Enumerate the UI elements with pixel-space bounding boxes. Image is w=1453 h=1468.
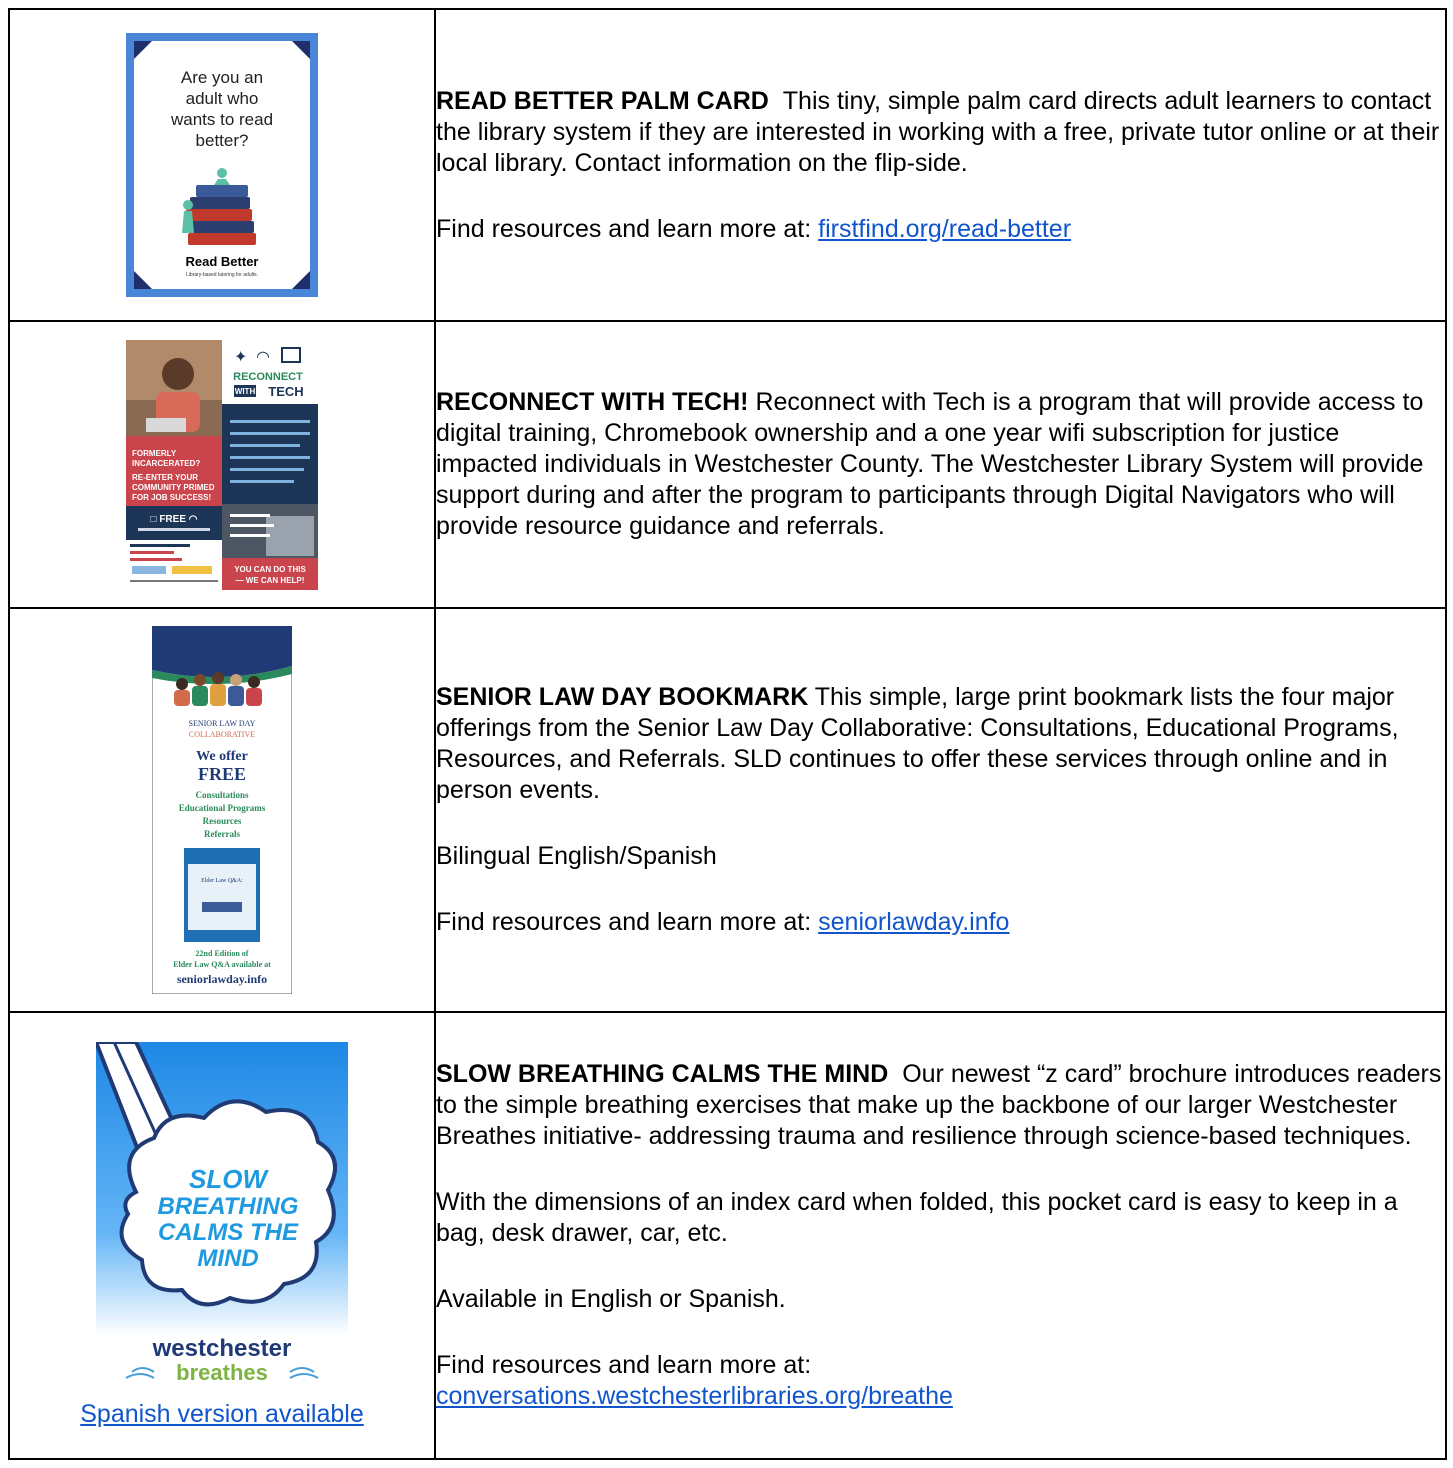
description-paragraph: READ BETTER PALM CARD This tiny, simple … [436,86,1445,179]
svg-text:Educational Programs: Educational Programs [179,803,266,813]
breathe-cloud-2: BREATHING [158,1193,299,1220]
svg-text:FORMERLY: FORMERLY [132,449,177,458]
description-cell: SLOW BREATHING CALMS THE MIND Our newest… [434,1011,1447,1460]
find-resources-label: Find resources and learn more at: [436,908,819,936]
svg-text:seniorlawday.info: seniorlawday.info [177,972,267,986]
breathe-brand-1: westchester [152,1335,292,1362]
read-better-card-image: Are you an adult who wants to read bette… [126,33,318,297]
svg-text:We offer: We offer [196,749,248,764]
find-resources-line: Find resources and learn more at: firstf… [436,214,1445,245]
description-paragraph: SENIOR LAW DAY BOOKMARK This simple, lar… [436,682,1445,806]
reconnect-free: □ FREE ◠ [151,514,198,525]
svg-text:22nd Edition of: 22nd Edition of [196,949,249,958]
description-cell: READ BETTER PALM CARD This tiny, simple … [434,8,1447,322]
breathe-cloud-1: SLOW [189,1164,269,1194]
reconnect-brand-3: TECH [268,384,303,399]
svg-text:Consultations: Consultations [195,790,249,800]
description-cell: RECONNECT WITH TECH! Reconnect with Tech… [434,320,1447,609]
breathe-link[interactable]: conversations.westchesterlibraries.org/b… [436,1382,953,1410]
svg-text:Elder Law Q&A:: Elder Law Q&A: [201,878,243,884]
svg-text:Referrals: Referrals [204,829,240,839]
bilingual-note: Bilingual English/Spanish [436,842,717,870]
svg-text:Elder Law Q&A available at: Elder Law Q&A available at [173,960,271,969]
svg-text:COMMUNITY PRIMED: COMMUNITY PRIMED [132,483,215,492]
read-better-link[interactable]: firstfind.org/read-better [818,215,1071,243]
read-better-headline-4: better? [196,131,249,150]
senior-law-bookmark-image: SENIOR LAW DAY COLLABORATIVE We offer FR… [152,626,292,994]
svg-text:— WE CAN HELP!: — WE CAN HELP! [236,576,305,585]
resource-table: Are you an adult who wants to read bette… [8,8,1447,1460]
find-resources-label: Find resources and learn more at: [436,1351,812,1379]
dimensions-note: With the dimensions of an index card whe… [436,1188,1398,1247]
svg-text:Resources: Resources [203,816,242,826]
breathe-brand-2: breathes [176,1360,268,1385]
table-row: SLOW BREATHING CALMS THE MIND westcheste… [8,1011,1447,1460]
spanish-version-link[interactable]: Spanish version available [80,1400,364,1429]
read-better-headline-3: wants to read [170,110,273,129]
thumbnail-cell: SENIOR LAW DAY COLLABORATIVE We offer FR… [8,607,436,1013]
reconnect-brand-1: RECONNECT [233,371,303,383]
description-paragraph: RECONNECT WITH TECH! Reconnect with Tech… [436,387,1445,542]
description-cell: SENIOR LAW DAY BOOKMARK This simple, lar… [434,607,1447,1013]
read-better-tagline: Library-based tutoring for adults. [186,272,258,278]
svg-text:✦: ✦ [234,347,247,366]
westchester-breathes-card-image: SLOW BREATHING CALMS THE MIND westcheste… [96,1042,348,1388]
thumbnail-cell: SLOW BREATHING CALMS THE MIND westcheste… [8,1011,436,1460]
find-resources-line: conversations.westchesterlibraries.org/b… [436,1381,1445,1412]
thumbnail-cell: Are you an adult who wants to read bette… [8,8,436,322]
language-note: Available in English or Spanish. [436,1285,786,1313]
svg-text:SENIOR LAW DAY: SENIOR LAW DAY [189,719,256,728]
breathe-cloud-4: MIND [197,1245,258,1272]
svg-text:◠: ◠ [256,347,270,366]
svg-text:YOU CAN DO THIS: YOU CAN DO THIS [234,565,306,574]
svg-text:COLLABORATIVE: COLLABORATIVE [189,730,255,739]
svg-text:FREE: FREE [198,764,246,784]
item-title: RECONNECT WITH TECH! [436,388,749,416]
description-paragraph: SLOW BREATHING CALMS THE MIND Our newest… [436,1059,1445,1152]
read-better-headline-1: Are you an [181,68,263,87]
svg-text:RE-ENTER YOUR: RE-ENTER YOUR [132,473,198,482]
find-resources-label: Find resources and learn more at: [436,214,819,243]
item-title: READ BETTER PALM CARD [436,86,769,115]
item-title: SLOW BREATHING CALMS THE MIND [436,1060,889,1088]
reconnect-brand-2: WITH [235,387,256,396]
find-resources-line: Find resources and learn more at: senior… [436,907,1445,938]
breathe-cloud-3: CALMS THE [158,1219,299,1246]
thumbnail-cell: ✦ ◠ RECONNECT WITH TECH FORMERLY INCARCE… [8,320,436,609]
table-row: SENIOR LAW DAY COLLABORATIVE We offer FR… [8,607,1447,1013]
svg-text:FOR JOB SUCCESS!: FOR JOB SUCCESS! [132,493,211,502]
reconnect-flyer-image: ✦ ◠ RECONNECT WITH TECH FORMERLY INCARCE… [126,339,318,590]
table-row: ✦ ◠ RECONNECT WITH TECH FORMERLY INCARCE… [8,320,1447,609]
table-row: Are you an adult who wants to read bette… [8,8,1447,322]
svg-text:INCARCERATED?: INCARCERATED? [132,459,200,468]
senior-law-day-link[interactable]: seniorlawday.info [818,908,1009,936]
read-better-brand: Read Better [186,254,259,269]
item-title: SENIOR LAW DAY BOOKMARK [436,683,809,711]
read-better-headline-2: adult who [186,89,259,108]
